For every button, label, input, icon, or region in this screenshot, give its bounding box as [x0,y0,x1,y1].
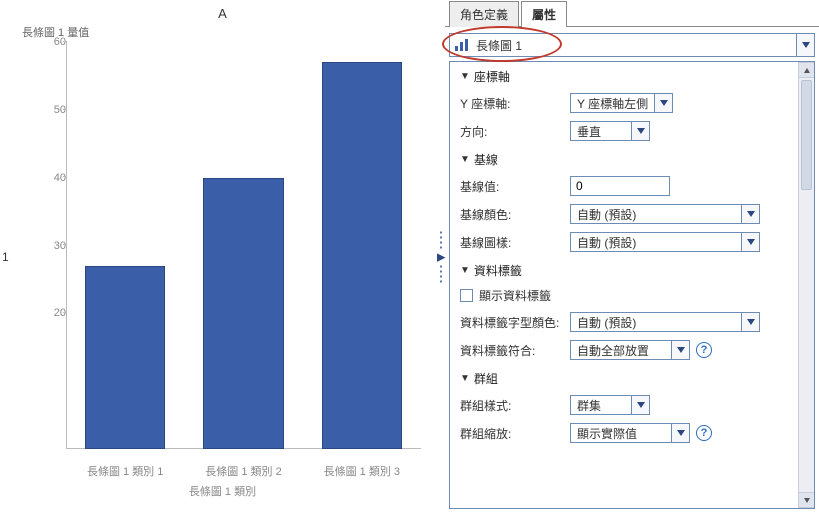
scroll-thumb[interactable] [801,80,812,190]
chart-x-labels: 長條圖 1 類別 1長條圖 1 類別 2長條圖 1 類別 3 [66,463,421,479]
group-scale-combo[interactable]: 顯示實際值 [570,423,690,443]
direction-combo-btn[interactable] [631,122,649,140]
chevron-down-icon [802,42,810,48]
chart-bar [303,42,421,449]
direction-value: 垂直 [571,123,631,140]
bar-chart-icon [454,38,470,52]
help-icon[interactable]: ? [696,425,712,441]
y-axis-combo[interactable]: Y 座標軸左側 [570,93,673,113]
chart-bars [66,42,421,449]
group-style-combo[interactable]: 群集 [570,395,650,415]
baseline-pattern-value: 自動 (預設) [571,234,741,251]
chart-bar [66,42,184,449]
checkbox-box [460,289,473,302]
group-scale-value: 顯示實際值 [571,425,671,442]
baseline-color-label: 基線顏色: [460,206,570,223]
section-axis: ▼座標軸 Y 座標軸: Y 座標軸左側 方向: 垂直 [460,68,788,141]
chart-row-index: 1 [2,250,9,264]
x-label: 長條圖 1 類別 2 [184,463,302,479]
tabs: 角色定義 屬性 [445,0,819,27]
scrollbar[interactable] [798,62,814,508]
section-data-label-header[interactable]: ▼資料標籤 [460,262,788,279]
data-label-fit-combo-btn[interactable] [671,341,689,359]
group-style-label: 群組樣式: [460,397,570,414]
direction-combo[interactable]: 垂直 [570,121,650,141]
section-group-title: 群組 [474,370,498,387]
data-label-font-color-combo-btn[interactable] [741,313,759,331]
scroll-track[interactable] [799,78,814,492]
y-tick: 60 [54,36,66,48]
y-tick: 20 [54,307,66,319]
section-group: ▼群組 群組樣式: 群集 群組縮放: 顯示實際值 ? [460,370,788,443]
data-label-fit-combo[interactable]: 自動全部放置 [570,340,690,360]
group-scale-combo-btn[interactable] [671,424,689,442]
section-group-header[interactable]: ▼群組 [460,370,788,387]
baseline-pattern-combo[interactable]: 自動 (預設) [570,232,760,252]
group-style-combo-btn[interactable] [631,396,649,414]
plot-selector-label: 長條圖 1 [474,37,796,54]
section-baseline-title: 基線 [474,151,498,168]
chevron-down-icon [677,430,685,436]
baseline-color-combo[interactable]: 自動 (預設) [570,204,760,224]
baseline-value-input[interactable] [570,176,670,196]
splitter-handle[interactable]: ▶ [437,231,445,282]
x-label: 長條圖 1 類別 1 [66,463,184,479]
chevron-down-icon [637,402,645,408]
y-axis-combo-btn[interactable] [654,94,672,112]
y-tick: 30 [54,240,66,252]
scroll-down-button[interactable] [799,492,814,508]
chart-bar [184,42,302,449]
chart-y-axis: 2030405060 [46,42,66,449]
data-label-font-color-combo[interactable]: 自動 (預設) [570,312,760,332]
group-style-value: 群集 [571,397,631,414]
plot-selector[interactable]: 長條圖 1 [449,33,815,57]
y-tick: 50 [54,104,66,116]
data-label-font-color-label: 資料標籤字型顏色: [460,314,570,331]
section-baseline: ▼基線 基線值: 基線顏色: 自動 (預設) 基線圖樣: 自動 (預設) [460,151,788,252]
data-label-fit-value: 自動全部放置 [571,342,671,359]
data-label-fit-label: 資料標籤符合: [460,342,570,359]
chevron-up-icon [804,68,810,73]
y-axis-label: Y 座標軸: [460,95,570,112]
direction-label: 方向: [460,123,570,140]
baseline-value-label: 基線值: [460,178,570,195]
chevron-down-icon [747,211,755,217]
section-axis-header[interactable]: ▼座標軸 [460,68,788,85]
panel-body: ▼座標軸 Y 座標軸: Y 座標軸左側 方向: 垂直 ▼基線 基線值: [449,61,815,509]
chevron-down-icon [677,347,685,353]
chevron-down-icon [637,128,645,134]
plot-selector-dropdown[interactable] [796,34,814,56]
data-label-font-color-value: 自動 (預設) [571,314,741,331]
chart-area: A 長條圖 1 量值 1 2030405060 長條圖 1 類別 1長條圖 1 … [0,0,445,513]
chevron-down-icon [747,239,755,245]
y-tick: 40 [54,172,66,184]
group-scale-label: 群組縮放: [460,425,570,442]
baseline-color-combo-btn[interactable] [741,205,759,223]
chevron-down-icon [804,498,810,503]
panel-scroll: ▼座標軸 Y 座標軸: Y 座標軸左側 方向: 垂直 ▼基線 基線值: [450,62,798,508]
x-label: 長條圖 1 類別 3 [303,463,421,479]
chevron-down-icon [660,100,668,106]
section-axis-title: 座標軸 [474,68,510,85]
tab-roles-def[interactable]: 角色定義 [449,1,519,27]
chevron-down-icon [747,319,755,325]
chart-x-axis-title: 長條圖 1 類別 [0,483,445,499]
baseline-pattern-label: 基線圖樣: [460,234,570,251]
show-data-label-checkbox[interactable]: 顯示資料標籤 [460,287,551,304]
scroll-up-button[interactable] [799,62,814,78]
chart-title: A [0,0,445,21]
tab-properties[interactable]: 屬性 [521,1,567,27]
properties-panel: ▶ 角色定義 屬性 長條圖 1 ▼座標軸 Y 座標軸: Y 座標軸左 [445,0,819,513]
help-icon[interactable]: ? [696,342,712,358]
section-data-label-title: 資料標籤 [474,262,522,279]
baseline-color-value: 自動 (預設) [571,206,741,223]
show-data-label-text: 顯示資料標籤 [479,287,551,304]
baseline-pattern-combo-btn[interactable] [741,233,759,251]
section-data-label: ▼資料標籤 顯示資料標籤 資料標籤字型顏色: 自動 (預設) 資料標籤符合: 自… [460,262,788,360]
y-axis-value: Y 座標軸左側 [571,95,654,112]
chart-plot: 2030405060 [46,42,421,449]
section-baseline-header[interactable]: ▼基線 [460,151,788,168]
